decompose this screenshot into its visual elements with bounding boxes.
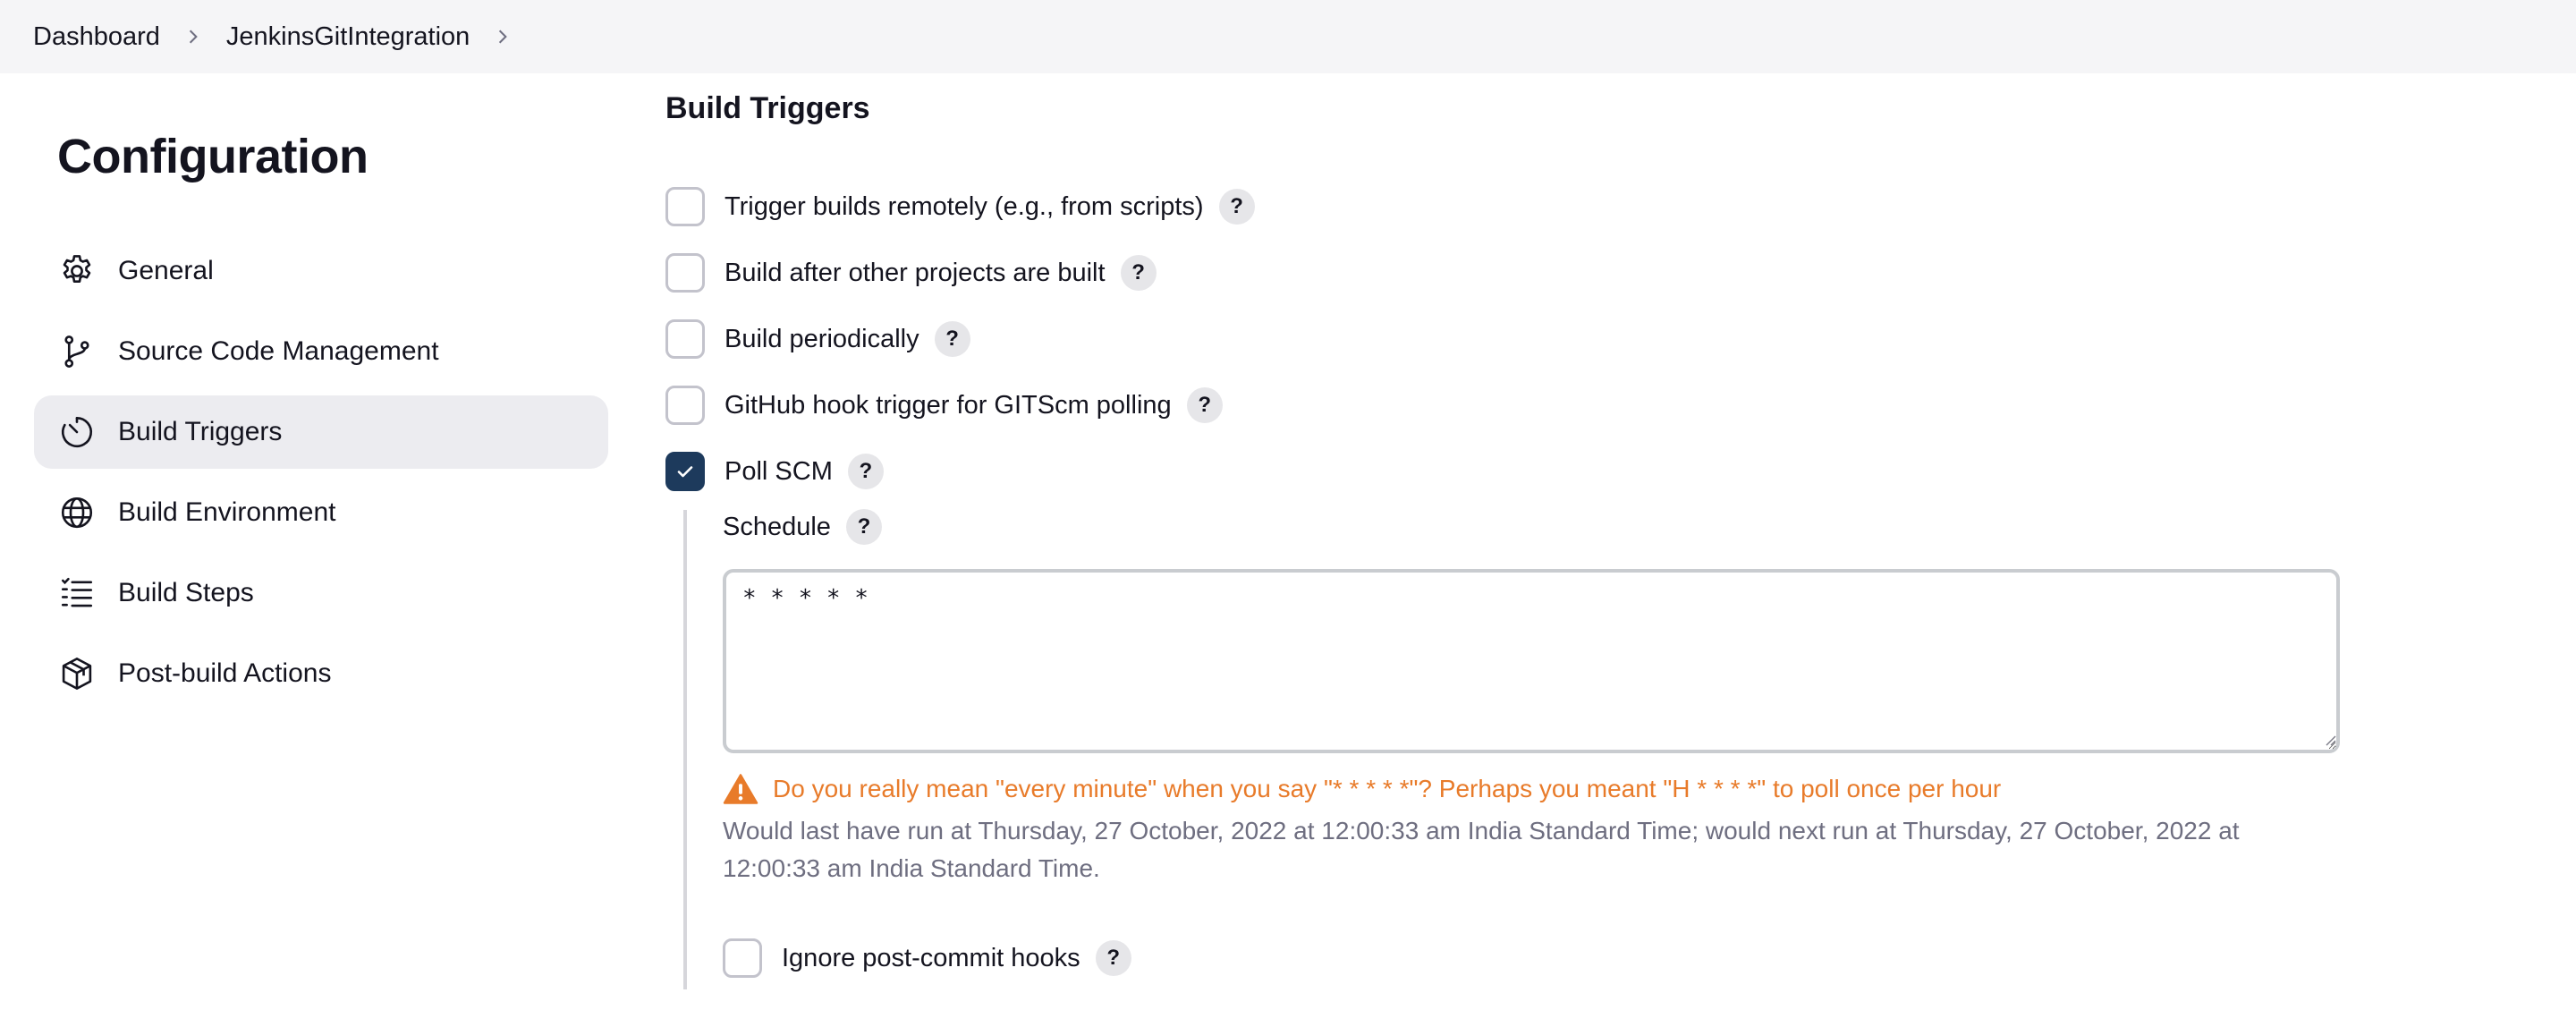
trigger-github-hook-row: GitHub hook trigger for GITScm polling ? (665, 385, 1223, 426)
sidebar-item-label: Build Steps (118, 578, 254, 607)
list-icon (57, 573, 97, 613)
trigger-after-projects-checkbox[interactable] (665, 253, 705, 293)
ignore-hooks-row: Ignore post-commit hooks ? (723, 938, 1131, 979)
breadcrumb-project[interactable]: JenkinsGitIntegration (226, 22, 470, 52)
poll-scm-checkbox[interactable] (665, 452, 705, 491)
sidebar-item-label: Post-build Actions (118, 658, 332, 688)
sidebar-item-label: General (118, 256, 214, 285)
help-icon[interactable]: ? (934, 321, 970, 357)
schedule-header: Schedule ? (723, 506, 882, 547)
breadcrumb-dashboard[interactable]: Dashboard (33, 22, 160, 52)
chevron-right-icon[interactable] (171, 23, 216, 50)
schedule-textarea[interactable]: * * * * * (723, 569, 2340, 753)
section-title: Build Triggers (665, 91, 870, 125)
sidebar-item-build-environment[interactable]: Build Environment (34, 476, 608, 549)
help-icon[interactable]: ? (1120, 255, 1157, 291)
trigger-remote-row: Trigger builds remotely (e.g., from scri… (665, 186, 1255, 227)
help-icon[interactable]: ? (845, 509, 882, 545)
help-icon[interactable]: ? (1186, 387, 1223, 423)
warning-icon (723, 774, 758, 804)
git-branch-icon (57, 332, 97, 371)
trigger-github-hook-checkbox[interactable] (665, 386, 705, 425)
trigger-label[interactable]: Build after other projects are built (724, 259, 1106, 288)
main-content: Build Triggers Trigger builds remotely (… (665, 73, 2454, 1027)
page-title: Configuration (57, 130, 369, 183)
resize-handle-icon[interactable] (2322, 732, 2336, 746)
trigger-poll-scm-row: Poll SCM ? (665, 451, 884, 492)
package-icon (57, 654, 97, 693)
trigger-remote-checkbox[interactable] (665, 187, 705, 226)
breadcrumb: Dashboard JenkinsGitIntegration (0, 0, 2576, 73)
sidebar-item-build-steps[interactable]: Build Steps (34, 556, 608, 630)
sidebar-item-general[interactable]: General (34, 234, 608, 308)
trigger-label[interactable]: Poll SCM (724, 457, 833, 487)
schedule-label: Schedule (723, 512, 831, 541)
sidebar-item-label: Build Environment (118, 497, 336, 527)
ignore-hooks-label[interactable]: Ignore post-commit hooks (782, 944, 1080, 973)
help-icon[interactable]: ? (1218, 189, 1255, 225)
sidebar-item-label: Source Code Management (118, 336, 439, 366)
ignore-hooks-checkbox[interactable] (723, 938, 762, 978)
help-icon[interactable]: ? (847, 454, 884, 489)
sidebar-item-build-triggers[interactable]: Build Triggers (34, 395, 608, 469)
sidebar-item-post-build-actions[interactable]: Post-build Actions (34, 637, 608, 710)
trigger-after-projects-row: Build after other projects are built ? (665, 252, 1157, 293)
chevron-right-icon[interactable] (480, 23, 525, 50)
trigger-label[interactable]: Trigger builds remotely (e.g., from scri… (724, 192, 1204, 222)
sidebar-nav: General Source Code Management Build Tri… (34, 234, 608, 717)
trigger-periodically-checkbox[interactable] (665, 319, 705, 359)
timer-icon (57, 412, 97, 452)
trigger-label[interactable]: Build periodically (724, 325, 919, 354)
warning-text: Do you really mean "every minute" when y… (773, 775, 2002, 802)
nested-options-divider (683, 510, 687, 989)
schedule-warning: Do you really mean "every minute" when y… (723, 773, 2001, 805)
globe-icon (57, 493, 97, 532)
sidebar-item-source-code-management[interactable]: Source Code Management (34, 315, 608, 388)
help-icon[interactable]: ? (1095, 940, 1131, 976)
sidebar-item-label: Build Triggers (118, 417, 283, 446)
schedule-run-info: Would last have run at Thursday, 27 Octo… (723, 817, 2240, 882)
trigger-label[interactable]: GitHub hook trigger for GITScm polling (724, 391, 1172, 420)
gear-icon (57, 251, 97, 291)
checkmark-icon (677, 466, 693, 478)
trigger-periodically-row: Build periodically ? (665, 318, 970, 360)
